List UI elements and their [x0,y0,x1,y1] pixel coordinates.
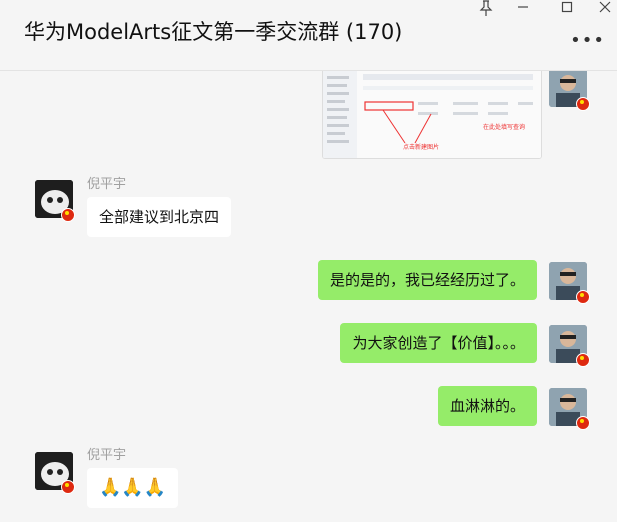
flag-badge [61,208,75,222]
more-icon[interactable]: ••• [570,30,605,51]
message-bubble[interactable]: 🙏🙏🙏 [87,468,179,508]
flag-badge [576,416,590,430]
message-list[interactable]: 点击新建图片 在此处填写查询 倪平宇 全部建议到北京四 是的是的，我已经经历过了… [0,71,617,522]
image-annotation-right: 在此处填写查询 [483,124,526,131]
flag-badge [576,97,590,111]
flag-badge [576,353,590,367]
pin-icon[interactable] [476,0,496,18]
minimize-icon[interactable] [513,0,533,18]
image-message[interactable]: 点击新建图片 在此处填写查询 [322,71,542,159]
message-bubble[interactable]: 全部建议到北京四 [87,197,232,237]
maximize-icon[interactable] [557,0,577,18]
message-bubble[interactable]: 是的是的，我已经经历过了。 [317,260,537,300]
chat-title: 华为ModelArts征文第一季交流群 (170) [24,20,403,44]
sender-name: 倪平宇 [87,448,127,463]
message-bubble[interactable]: 为大家创造了【价值】。。。 [340,323,537,363]
image-annotation-left: 点击新建图片 [403,144,440,151]
close-icon[interactable] [595,0,615,18]
flag-badge [61,480,75,494]
chat-header: 华为ModelArts征文第一季交流群 (170) ••• [0,0,617,71]
sender-name: 倪平宇 [87,177,127,192]
message-bubble[interactable]: 血淋淋的。 [437,386,537,426]
flag-badge [576,290,590,304]
